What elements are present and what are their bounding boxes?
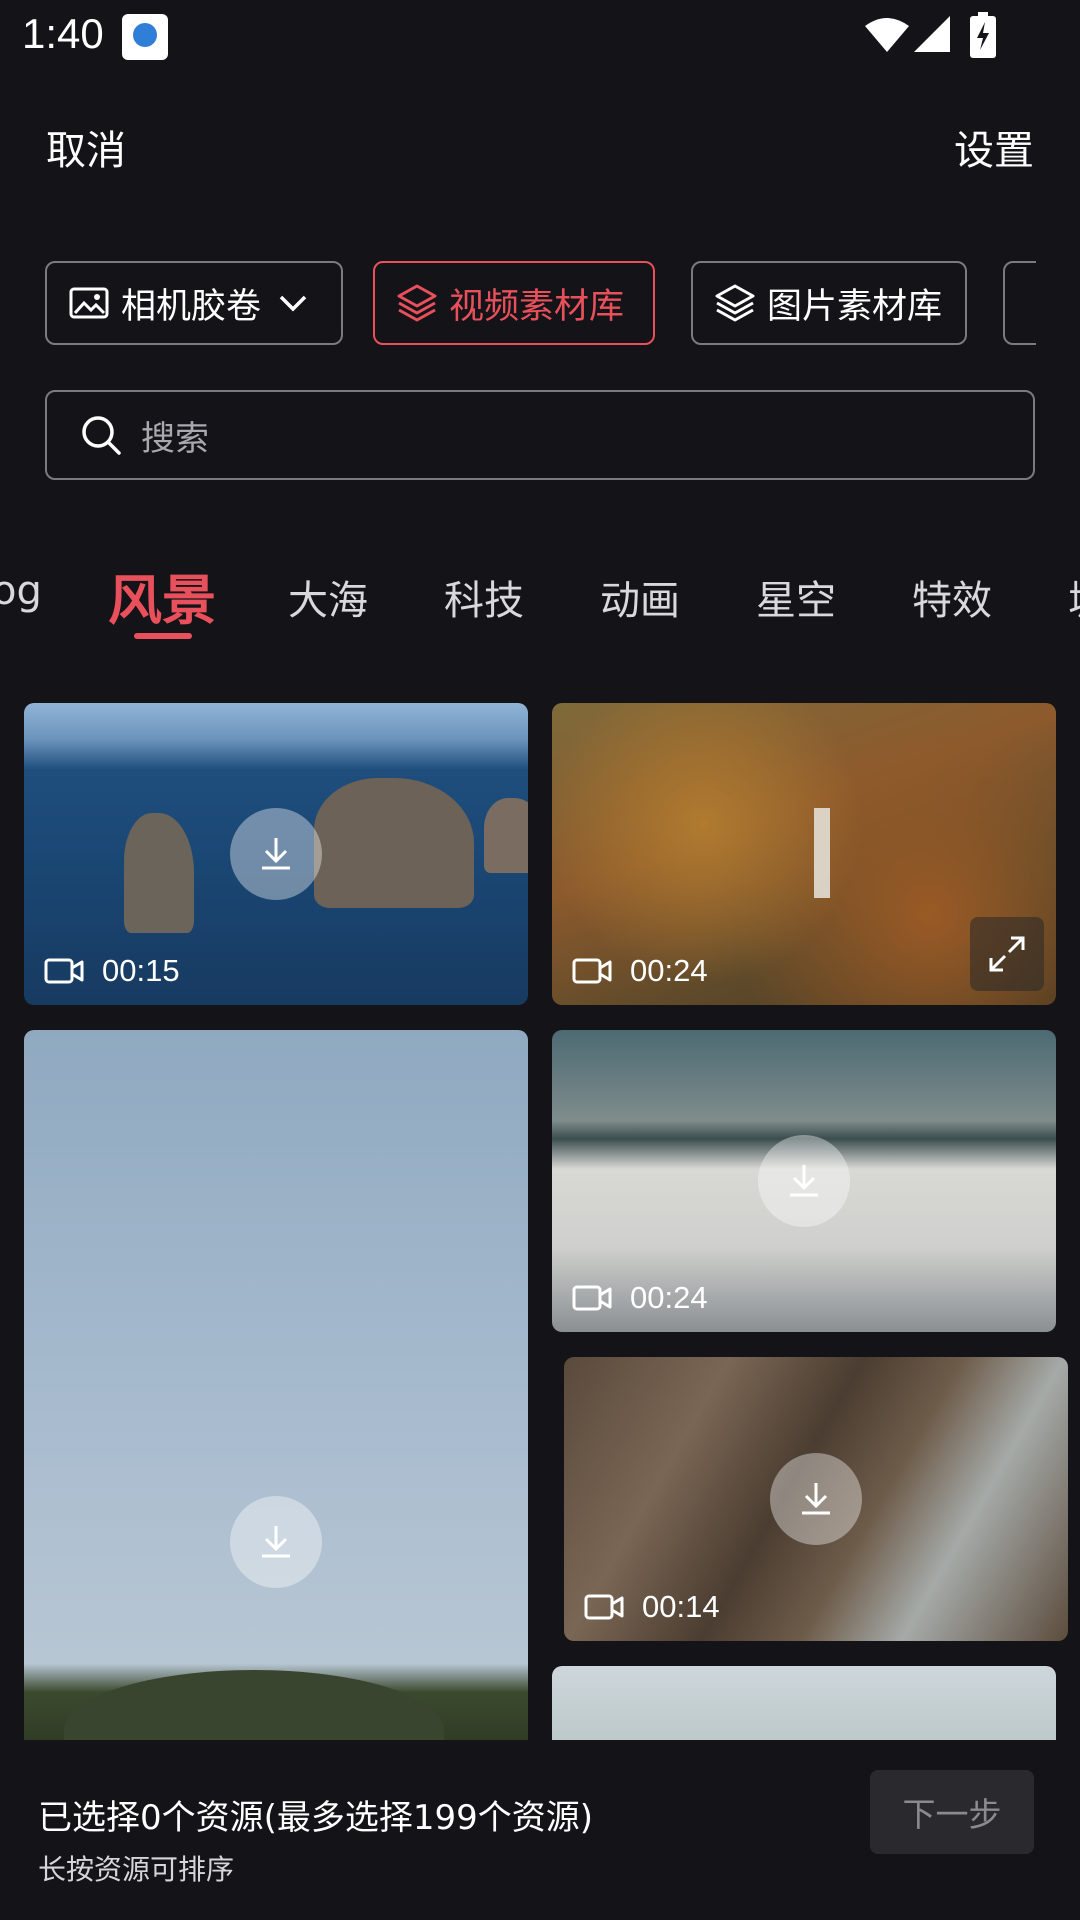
- tab-scenery[interactable]: 风景: [108, 556, 216, 635]
- download-button[interactable]: [770, 1453, 862, 1545]
- image-library-tab[interactable]: 图片素材库: [691, 261, 967, 345]
- camera-roll-label: 相机胶卷: [121, 286, 262, 327]
- tab-animation[interactable]: 动画: [600, 568, 680, 626]
- search-placeholder: 搜索: [141, 418, 209, 459]
- fullscreen-button[interactable]: [970, 917, 1044, 991]
- tab-tech[interactable]: 科技: [444, 568, 524, 626]
- duration-text: 00:24: [630, 1280, 708, 1315]
- media-card[interactable]: 00:24: [552, 1030, 1056, 1332]
- duration-text: 00:14: [642, 1589, 720, 1624]
- duration-text: 00:15: [102, 953, 180, 988]
- media-card[interactable]: [24, 1030, 528, 1750]
- duration-label: 00:24: [572, 953, 708, 989]
- more-source-tab[interactable]: [1003, 261, 1036, 345]
- waterfall-shape: [814, 808, 830, 898]
- settings-button[interactable]: 设置: [954, 118, 1034, 176]
- tab-city[interactable]: 城: [1068, 568, 1080, 626]
- duration-label: 00:24: [572, 1280, 708, 1316]
- media-card[interactable]: 00:15: [24, 703, 528, 1005]
- status-bar: 1:40: [0, 0, 1080, 72]
- layers-icon: [715, 284, 755, 322]
- category-tabs: og 风景 大海 科技 动画 星空 特效 城: [0, 548, 1080, 648]
- search-icon: [82, 416, 121, 455]
- selection-count-text: 已选择0个资源(最多选择199个资源): [38, 1798, 594, 1838]
- download-icon: [790, 1165, 818, 1197]
- video-camera-icon: [584, 1594, 624, 1620]
- video-camera-icon: [572, 958, 612, 984]
- battery-icon: [970, 12, 996, 58]
- chevron-down-icon: [279, 295, 307, 312]
- signal-icon: [914, 16, 950, 52]
- active-tab-indicator: [134, 633, 192, 639]
- wifi-icon: [865, 18, 909, 52]
- hill-shape: [64, 1670, 444, 1750]
- cancel-button[interactable]: 取消: [46, 118, 126, 176]
- download-icon: [802, 1483, 830, 1515]
- image-library-label: 图片素材库: [767, 286, 943, 327]
- app-notification-icon: [122, 14, 168, 60]
- rock-shape: [314, 778, 474, 908]
- duration-text: 00:24: [630, 953, 708, 988]
- video-library-tab[interactable]: 视频素材库: [373, 261, 655, 345]
- download-button[interactable]: [230, 808, 322, 900]
- tab-vlog[interactable]: og: [0, 568, 42, 614]
- source-selector: 相机胶卷 视频素材库 图片素材库: [0, 261, 1036, 345]
- tab-effects[interactable]: 特效: [912, 568, 992, 626]
- tab-starry-sky[interactable]: 星空: [756, 568, 836, 626]
- download-icon: [262, 1526, 290, 1558]
- camera-roll-dropdown[interactable]: 相机胶卷: [45, 261, 343, 345]
- duration-label: 00:14: [584, 1589, 720, 1625]
- download-button[interactable]: [230, 1496, 322, 1588]
- sort-hint-text: 长按资源可排序: [38, 1853, 235, 1886]
- selection-bar: 已选择0个资源(最多选择199个资源) 长按资源可排序 下一步: [0, 1740, 1080, 1920]
- download-icon: [262, 838, 290, 870]
- download-button[interactable]: [758, 1135, 850, 1227]
- video-library-label: 视频素材库: [449, 286, 625, 327]
- next-step-button[interactable]: 下一步: [870, 1770, 1034, 1854]
- video-camera-icon: [572, 1285, 612, 1311]
- image-icon: [69, 287, 109, 319]
- search-input[interactable]: 搜索: [45, 390, 1035, 480]
- status-time: 1:40: [22, 10, 104, 57]
- tab-sea[interactable]: 大海: [288, 568, 368, 626]
- media-card[interactable]: 00:14: [564, 1357, 1068, 1641]
- duration-label: 00:15: [44, 953, 180, 989]
- video-camera-icon: [44, 958, 84, 984]
- media-card[interactable]: 00:24: [552, 703, 1056, 1005]
- rock-shape: [124, 813, 194, 933]
- layers-icon: [397, 284, 437, 322]
- rock-shape: [484, 798, 528, 873]
- expand-icon: [989, 936, 1025, 972]
